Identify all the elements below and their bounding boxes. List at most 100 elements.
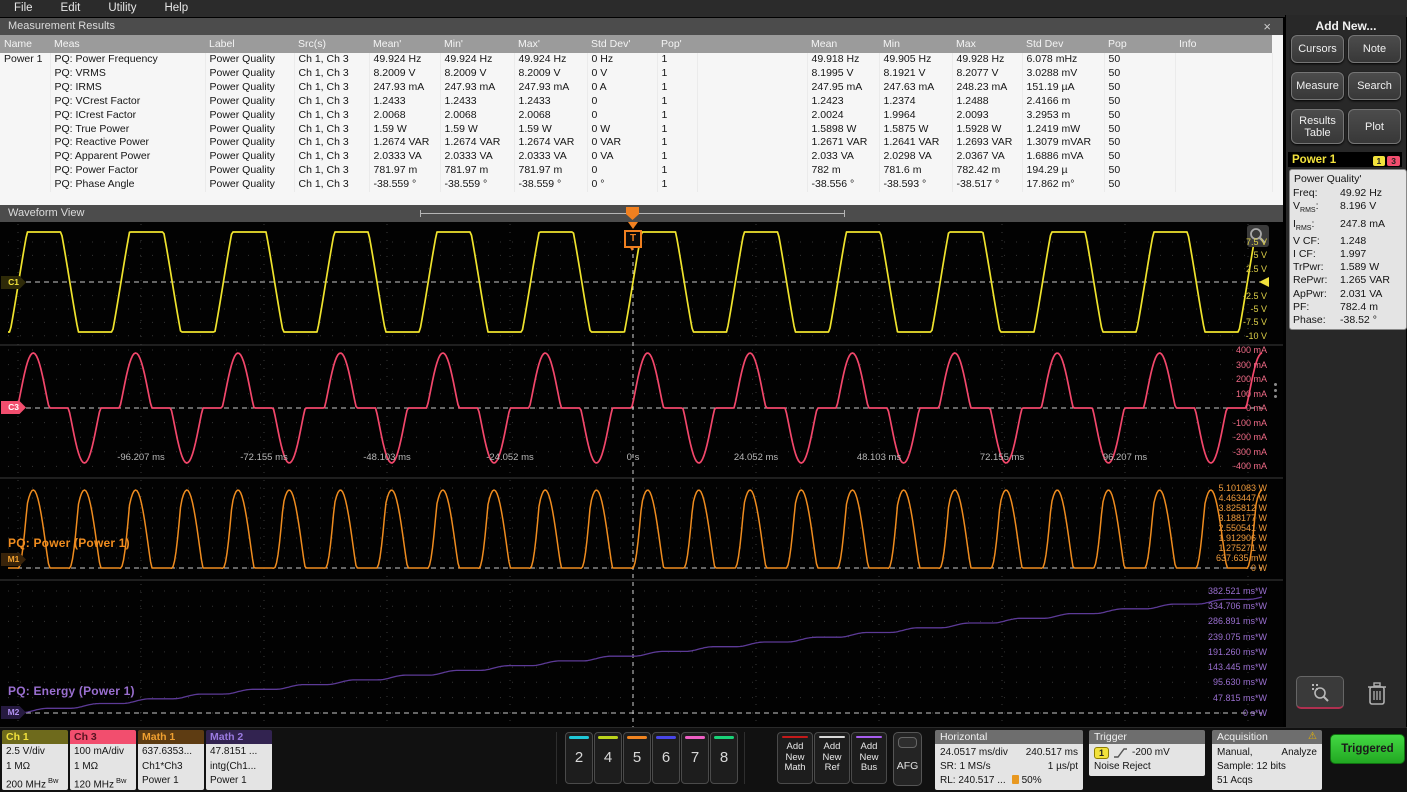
table-cell: 1.3079 mVAR <box>1022 136 1105 151</box>
table-cell: Ch 1, Ch 3 <box>294 178 370 193</box>
table-cell: 0 ° <box>587 178 658 193</box>
table-cell: 151.19 µA <box>1022 80 1105 95</box>
table-row[interactable]: PQ: Apparent Power Power Quality Ch 1, Ch … <box>0 150 1273 165</box>
add-new-math-button[interactable]: Add New Math <box>777 732 813 784</box>
channel-badge-ch1[interactable]: Ch 1 2.5 V/div 1 MΩ 200 MHz Bw <box>2 730 68 790</box>
table-cell <box>1175 80 1273 95</box>
menu-item-utility[interactable]: Utility <box>94 0 150 17</box>
horizontal-panel[interactable]: Horizontal 24.0517 ms/div 240.517 ms SR: … <box>935 730 1083 790</box>
table-row[interactable]: PQ: ICrest Factor Power Quality Ch 1, Ch 3… <box>0 108 1273 123</box>
power1-badge-header[interactable]: Power 1 13 <box>1288 152 1402 167</box>
channel-setting: 1 MΩ <box>74 760 99 772</box>
table-cell: Ch 1, Ch 3 <box>294 108 370 123</box>
add-new-bus-button[interactable]: Add New Bus <box>851 732 887 784</box>
table-cell: Power Quality <box>205 53 295 67</box>
table-cell: 1.5898 W <box>807 122 880 137</box>
waveform-plot[interactable]: T PQ: Power (Power 1) PQ: Energy (Power … <box>0 222 1283 727</box>
table-cell: Power Quality <box>205 122 295 137</box>
table-cell: PQ: Reactive Power <box>50 136 206 151</box>
zoom-overview-button[interactable] <box>1296 676 1344 709</box>
table-row[interactable]: Power 1 PQ: Power Frequency Power Quality C… <box>0 53 1273 67</box>
column-header-mean-: Mean' <box>369 35 440 53</box>
table-row[interactable]: PQ: Phase Angle Power Quality Ch 1, Ch 3 -3… <box>0 178 1273 193</box>
y-tick-label: 0 mA <box>1245 403 1267 413</box>
y-tick-label: -200 mA <box>1232 432 1267 443</box>
table-cell: 1 <box>657 164 698 179</box>
trigger-position-marker-icon[interactable] <box>626 207 639 220</box>
y-tick-label: 200 mA <box>1235 374 1267 385</box>
table-row[interactable]: PQ: VRMS Power Quality Ch 1, Ch 3 8.2009 V8… <box>0 66 1273 81</box>
channel-button-8[interactable]: 8 <box>710 732 738 784</box>
table-cell: 1.2488 <box>952 94 1023 109</box>
channel-button-6[interactable]: 6 <box>652 732 680 784</box>
add-new-note[interactable]: Note <box>1348 35 1401 63</box>
source-tag: 1 <box>1372 155 1386 166</box>
table-row[interactable]: PQ: True Power Power Quality Ch 1, Ch 3 1.5… <box>0 122 1273 137</box>
table-cell: 50 <box>1104 178 1176 193</box>
table-cell: PQ: Phase Angle <box>50 178 206 193</box>
channel-badge-ch3[interactable]: Ch 3 100 mA/div 1 MΩ 120 MHz Bw <box>70 730 136 790</box>
menu-item-help[interactable]: Help <box>150 0 202 17</box>
channel-setting: Ch1*Ch3 <box>142 760 183 772</box>
close-icon[interactable]: × <box>1259 18 1275 35</box>
channel-button-5[interactable]: 5 <box>623 732 651 784</box>
readout-label: I CF: <box>1293 248 1316 260</box>
add-new-ref-button[interactable]: Add New Ref <box>814 732 850 784</box>
table-cell: 50 <box>1104 80 1176 95</box>
table-cell: 2.0068 <box>369 108 441 123</box>
column-header-min: Min <box>879 35 952 53</box>
channel-badge-math2[interactable]: Math 2 47.8151 ... intg(Ch1... Power 1 <box>206 730 272 790</box>
table-cell: 782 m <box>807 164 880 179</box>
menu-item-edit[interactable]: Edit <box>47 0 95 17</box>
y-tick-label: 286.891 ms*W <box>1207 616 1267 627</box>
waveform-canvas[interactable] <box>0 222 1283 727</box>
channel-button-7[interactable]: 7 <box>681 732 709 784</box>
table-row[interactable]: PQ: IRMS Power Quality Ch 1, Ch 3 247.93 mA… <box>0 80 1273 95</box>
triggered-status-badge: Triggered <box>1330 734 1405 764</box>
readout-value: -38.52 ° <box>1340 314 1377 327</box>
add-new-cursors[interactable]: Cursors <box>1291 35 1344 63</box>
channel-button-4[interactable]: 4 <box>594 732 622 784</box>
table-row[interactable]: PQ: Power Factor Power Quality Ch 1, Ch 37… <box>0 164 1273 179</box>
measurement-results-panel: Measurement Results × Name Meas Label Src(s… <box>0 18 1283 205</box>
table-cell: Power Quality <box>205 108 295 123</box>
channel-color-stripe <box>598 736 618 739</box>
add-new-results-table[interactable]: Results Table <box>1291 109 1344 144</box>
table-cell: 50 <box>1104 150 1176 165</box>
acquisition-panel[interactable]: Acquisition ⚠ Manual, Analyze Sample: 12 b… <box>1212 730 1322 790</box>
channel-button-2[interactable]: 2 <box>565 732 593 784</box>
y-tick-label: 3.825812 W <box>1218 503 1267 513</box>
measurement-results-table: Name Meas Label Src(s) Mean' Min' Max' Std Dev'… <box>0 35 1273 193</box>
table-cell: 50 <box>1104 122 1176 137</box>
trash-icon[interactable] <box>1364 679 1390 707</box>
table-row[interactable]: PQ: VCrest Factor Power Quality Ch 1, Ch 3… <box>0 94 1273 109</box>
afg-button[interactable]: AFG <box>893 732 922 786</box>
table-cell: 8.1995 V <box>807 66 880 81</box>
add-new-measure[interactable]: Measure <box>1291 72 1344 100</box>
drag-handle-icon[interactable] <box>1274 380 1278 401</box>
trigger-panel[interactable]: Trigger 1 -200 mV Noise Reject <box>1089 730 1205 776</box>
ch1-reference-marker-icon[interactable] <box>1259 277 1269 287</box>
table-cell: 1 <box>657 178 698 193</box>
table-cell: Ch 1, Ch 3 <box>294 80 370 95</box>
menu-bar: File Edit Utility Help <box>0 0 1407 18</box>
bottom-settings-bar: Ch 1 2.5 V/div 1 MΩ 200 MHz Bw Ch 3 100 mA/div… <box>0 727 1407 792</box>
table-cell: 50 <box>1104 136 1176 151</box>
readout-label: V CF: <box>1293 234 1320 247</box>
table-row[interactable]: PQ: Reactive Power Power Quality Ch 1, Ch … <box>0 136 1273 151</box>
y-tick-label: 300 mA <box>1235 359 1267 370</box>
table-cell: PQ: True Power <box>50 122 206 137</box>
add-new-plot[interactable]: Plot <box>1348 109 1401 144</box>
readout-row: TrPwr: 1.589 W <box>1293 261 1403 274</box>
table-cell: 1.59 W <box>440 122 515 137</box>
column-header-mean: Mean <box>807 35 879 53</box>
channel-badge-math1[interactable]: Math 1 637.6353... Ch1*Ch3 Power 1 <box>138 730 204 790</box>
channel-badge-body: 637.6353... Ch1*Ch3 Power 1 <box>138 744 204 790</box>
table-cell: -38.593 ° <box>879 178 953 193</box>
readout-row: ApPwr: 2.031 VA <box>1293 288 1403 301</box>
table-cell: 8.2009 V <box>369 66 441 81</box>
add-new-search[interactable]: Search <box>1348 72 1401 100</box>
column-header-src-s-: Src(s) <box>294 35 369 53</box>
table-cell: 49.924 Hz <box>514 53 588 67</box>
menu-item-file[interactable]: File <box>0 0 47 17</box>
